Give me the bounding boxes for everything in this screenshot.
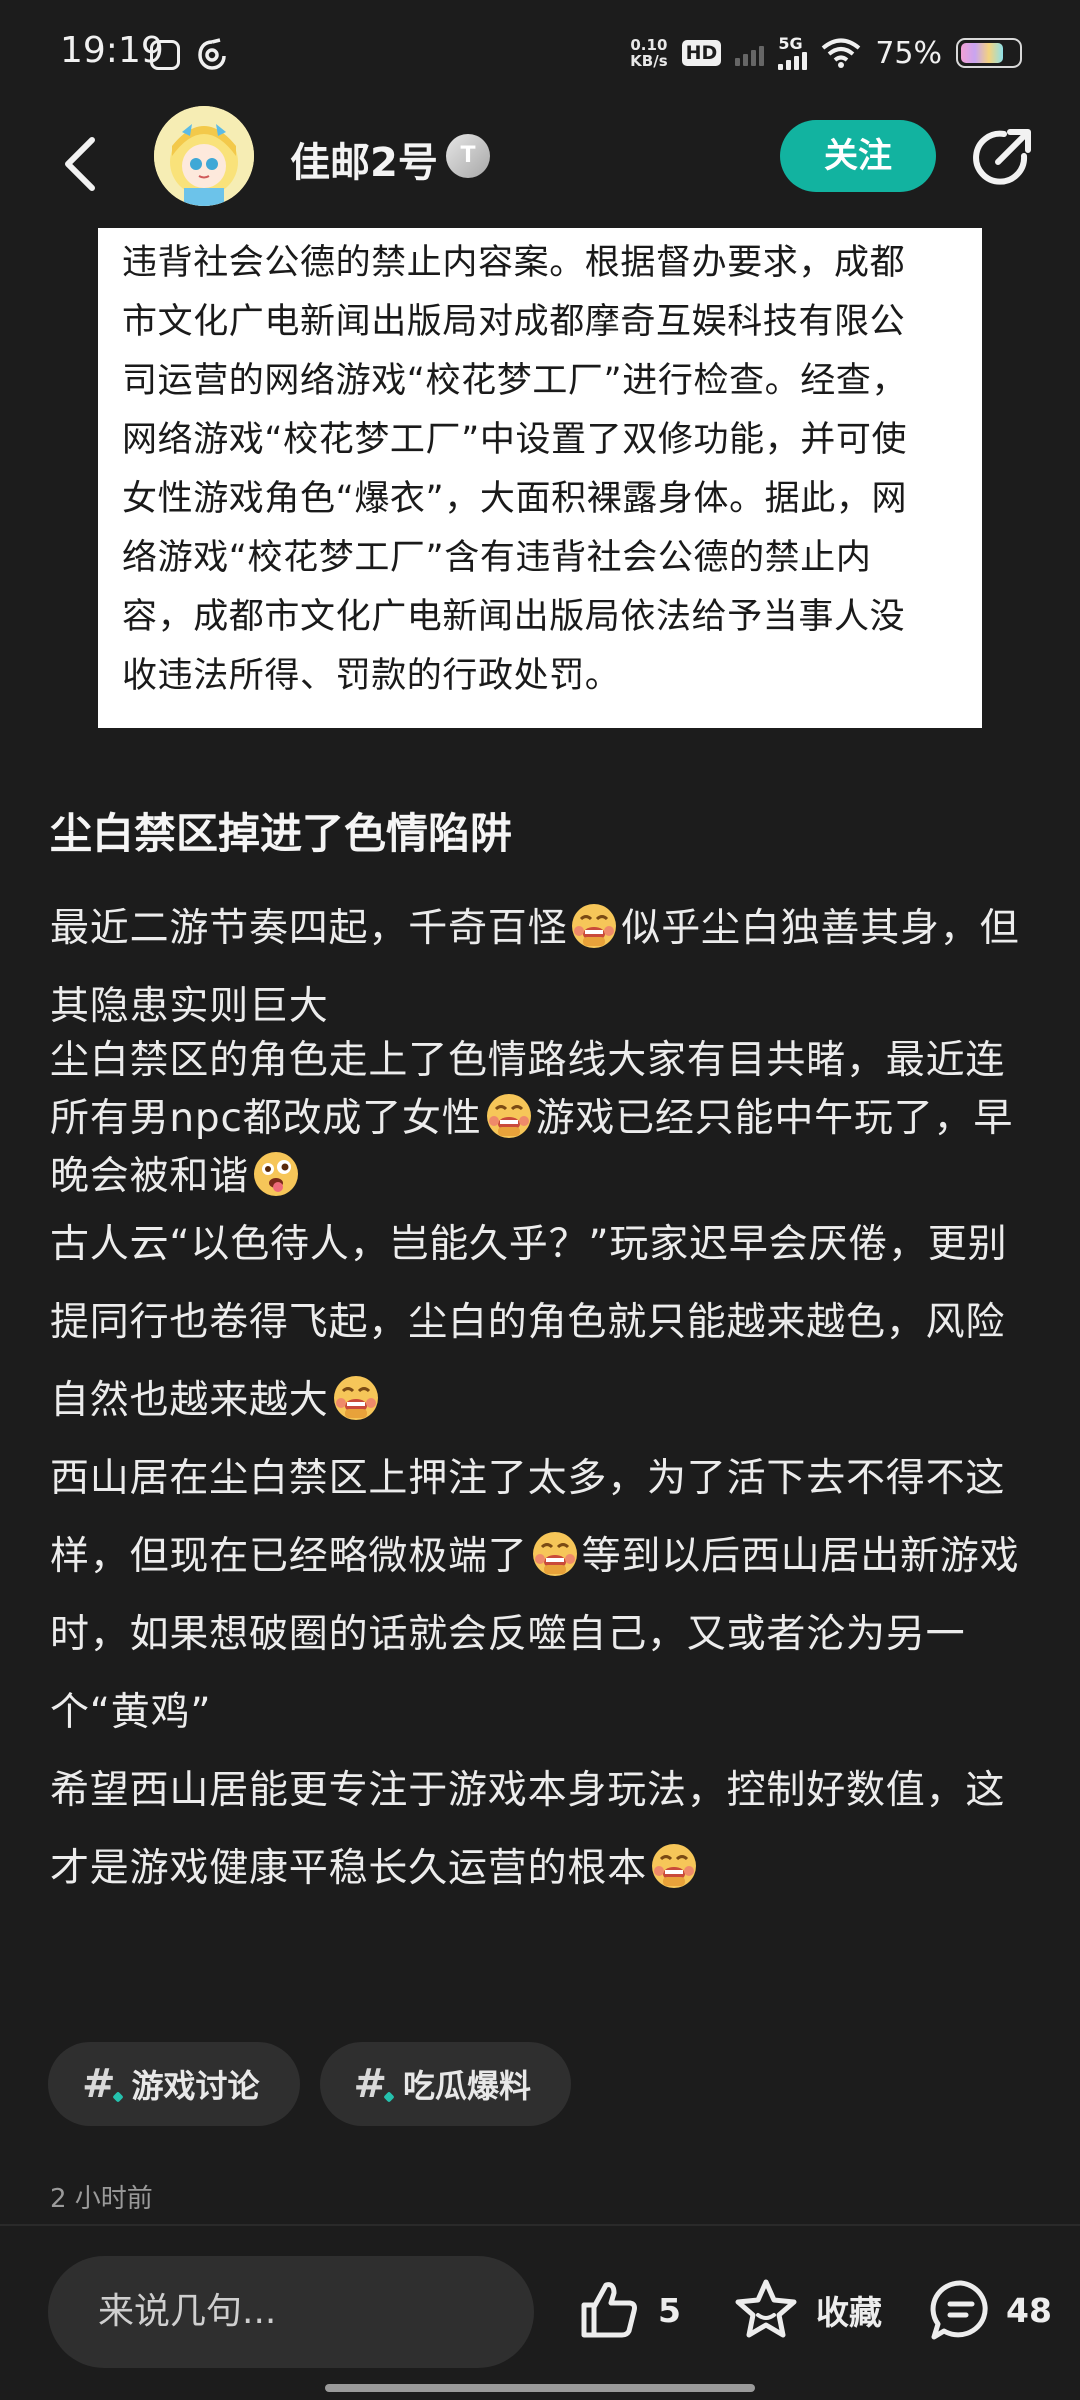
paragraph-5-text: 希望西山居能更专注于游戏本身玩法，控制好数值，这才是游戏健康平稳长久运营的根本 (50, 1768, 1006, 1891)
battery-icon (956, 38, 1022, 68)
battery-level-fill (961, 43, 1003, 63)
network-speed-value: 0.10 (630, 36, 668, 54)
quoted-document-line: 网络游戏“校花梦工厂”中设置了双修功能，并可使 (122, 420, 908, 460)
follow-button[interactable]: 关注 (780, 120, 936, 192)
post-header: 佳邮2号 T 关注 (0, 106, 1080, 226)
quoted-document-line: 收违法所得、罚款的行政处罚。 (122, 656, 621, 696)
paragraph-2: 尘白禁区的角色走上了色情路线大家有目共睹，最近连所有男npc都改成了女性 游戏已经… (50, 1032, 1040, 1206)
comment-count: 48 (1006, 2290, 1052, 2330)
share-button[interactable] (968, 124, 1036, 192)
avatar-illustration (154, 106, 254, 206)
comment-input[interactable]: 来说几句... (48, 2256, 534, 2368)
hd-label: HD (685, 42, 718, 64)
tag-chip-gossip[interactable]: # 吃瓜爆料 (319, 2042, 572, 2126)
app-notification-icon (198, 38, 226, 70)
hd-voice-badge: HD (681, 40, 722, 66)
battery-percent: 75% (875, 35, 942, 71)
status-bar: 19:19 0.10 KB/s HD 5G 75% (0, 0, 1080, 106)
like-button[interactable]: 5 (576, 2270, 681, 2350)
author-level-badge: T (446, 134, 490, 178)
quoted-document-line: 违背社会公德的禁止内容案。根据督办要求，成都 (122, 243, 906, 283)
paragraph-5: 希望西山居能更专注于游戏本身玩法，控制好数值，这才是游戏健康平稳长久运营的根本 (50, 1752, 1040, 1908)
tongue-out-emoji-icon (251, 1149, 301, 1199)
quoted-document-line: 市文化广电新闻出版局对成都摩奇互娱科技有限公 (122, 302, 906, 342)
topic-tags: # 游戏讨论 # 吃瓜爆料 (48, 2042, 572, 2126)
network-type: 5G (778, 34, 803, 53)
paragraph-4: 西山居在尘白禁区上押注了太多，为了活下去不得不这样，但现在已经略微极端了 等到以后… (50, 1440, 1040, 1752)
quoted-document-text: 违背社会公德的禁止内容案。根据督办要求，成都 市文化广电新闻出版局对成都摩奇互娱科… (122, 234, 960, 706)
back-button[interactable] (50, 126, 110, 202)
paragraph-3-text: 古人云“以色待人，岂能久乎？”玩家迟早会厌倦，更别提同行也卷得飞起，尘白的角色就… (50, 1222, 1008, 1423)
tag-label: 游戏讨论 (131, 2067, 260, 2105)
comment-button[interactable]: 48 (928, 2270, 1052, 2350)
status-time: 19:19 (60, 30, 164, 71)
quoted-document-line: 女性游戏角色“爆衣”，大面积裸露身体。据此，网 (122, 479, 908, 519)
favorite-label: 收藏 (816, 2293, 882, 2332)
grimace-emoji-icon (530, 1528, 580, 1578)
thumbs-up-icon (581, 2282, 637, 2338)
bottom-action-bar: 来说几句... 5 收藏 48 (0, 2226, 1080, 2400)
network-speed: 0.10 KB/s (630, 37, 667, 69)
paragraph-1: 最近二游节奏四起，千奇百怪 似乎尘白独善其身，但其隐患实则巨大 (50, 890, 1040, 1046)
quoted-document-line: 络游戏“校花梦工厂”含有违背社会公德的禁止内 (122, 538, 872, 578)
grimace-emoji-icon (569, 900, 619, 950)
quoted-document-line: 容，成都市文化广电新闻出版局依法给予当事人没 (122, 597, 906, 637)
author-avatar[interactable] (154, 106, 254, 206)
signal-sim1-icon (778, 52, 808, 70)
quoted-document-line: 司运营的网络游戏“校花梦工厂”进行检查。经查， (122, 361, 908, 401)
post-timestamp: 2 小时前 (50, 2184, 153, 2214)
grimace-emoji-icon (331, 1372, 381, 1422)
video-app-notification-icon (150, 40, 180, 70)
paragraph-1-text-a: 最近二游节奏四起，千奇百怪 (50, 906, 568, 951)
tag-label: 吃瓜爆料 (403, 2067, 532, 2105)
star-icon (735, 2279, 797, 2338)
signal-sim2-icon (735, 40, 765, 66)
hashtag-icon: # (353, 2061, 388, 2107)
wifi-icon (822, 38, 861, 68)
author-name[interactable]: 佳邮2号 (290, 130, 438, 188)
comment-bubble-icon (930, 2280, 988, 2340)
grimace-emoji-icon (649, 1840, 699, 1890)
favorite-button[interactable]: 收藏 (732, 2270, 882, 2350)
tag-chip-game-discussion[interactable]: # 游戏讨论 (48, 2042, 300, 2126)
like-count: 5 (658, 2290, 681, 2330)
paragraph-3: 古人云“以色待人，岂能久乎？”玩家迟早会厌倦，更别提同行也卷得飞起，尘白的角色就… (50, 1206, 1040, 1440)
home-indicator[interactable] (325, 2384, 755, 2392)
article-section-title: 尘白禁区掉进了色情陷阱 (50, 809, 513, 858)
article-body: 最近二游节奏四起，千奇百怪 似乎尘白独善其身，但其隐患实则巨大 尘白禁区的角色走上… (50, 890, 1040, 1908)
quoted-document-image[interactable]: 违背社会公德的禁止内容案。根据督办要求，成都 市文化广电新闻出版局对成都摩奇互娱科… (98, 228, 982, 728)
grimace-emoji-icon (484, 1091, 534, 1141)
hashtag-icon: # (82, 2061, 116, 2107)
network-speed-unit: KB/s (630, 52, 668, 70)
